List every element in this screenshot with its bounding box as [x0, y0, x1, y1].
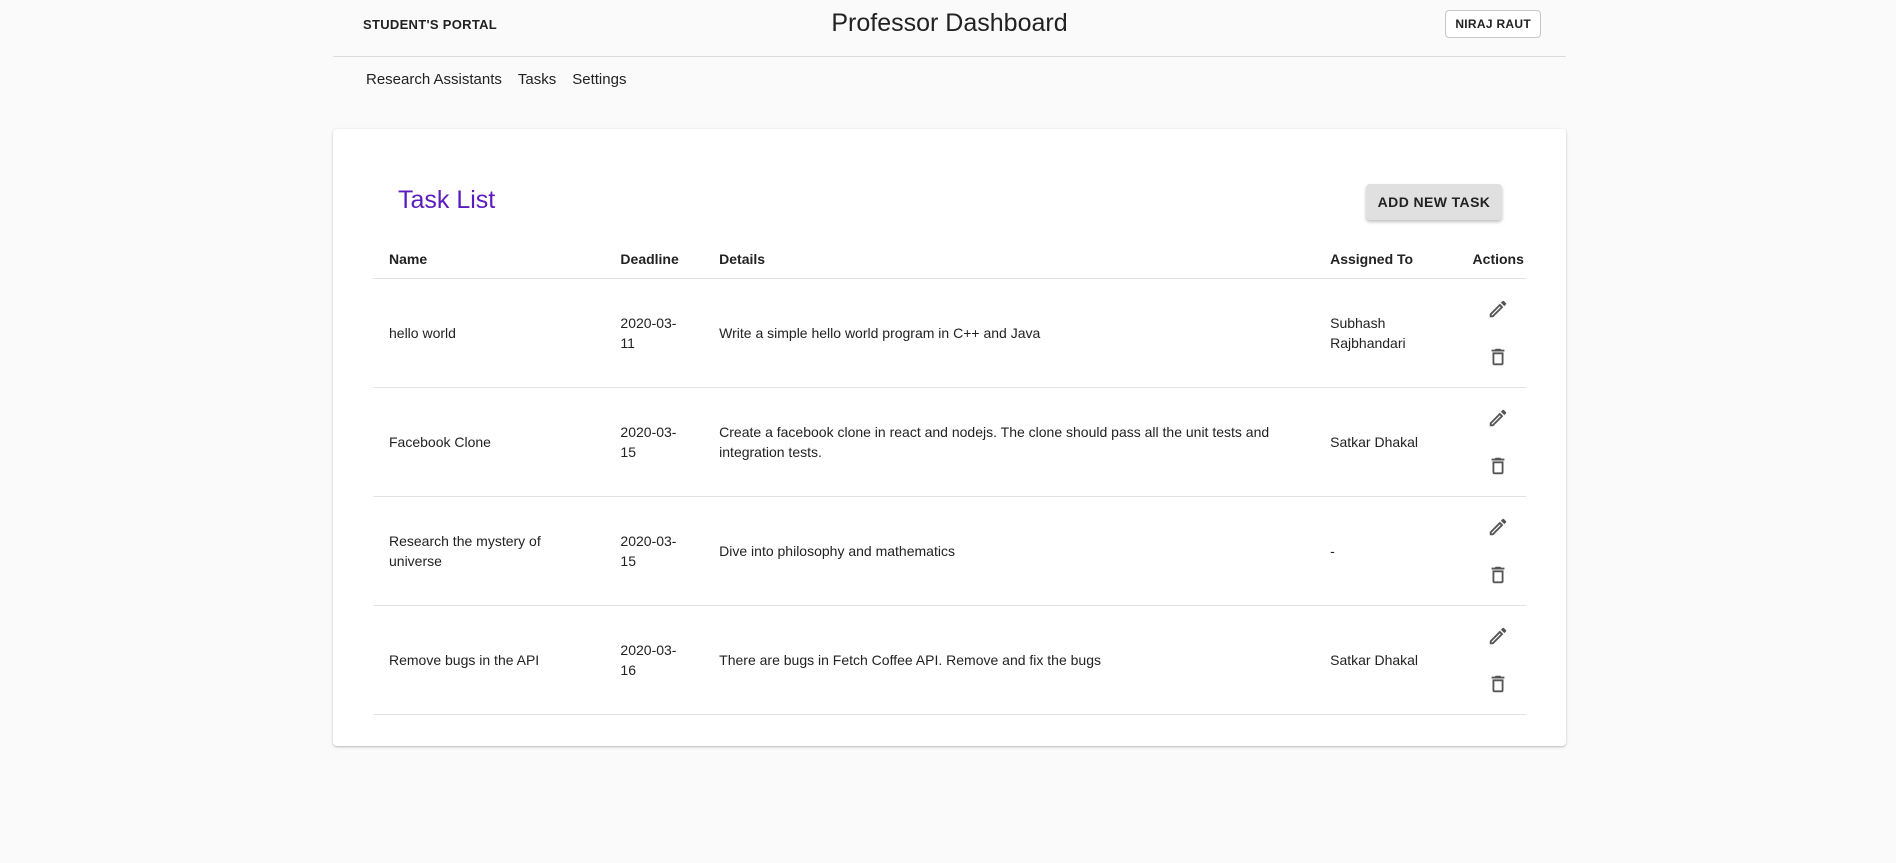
task-deadline: 2020-03-16 [604, 605, 704, 715]
edit-icon [1489, 518, 1507, 536]
edit-task-button[interactable] [1485, 623, 1511, 649]
edit-icon [1489, 627, 1507, 645]
table-row: Research the mystery of universe 2020-03… [373, 496, 1526, 606]
task-details: Write a simple hello world program in C+… [703, 278, 1315, 388]
task-deadline: 2020-03-11 [604, 278, 704, 388]
task-table: Name Deadline Details Assigned To Action… [373, 239, 1526, 715]
task-actions [1470, 496, 1526, 606]
delete-icon [1491, 348, 1505, 366]
edit-task-button[interactable] [1485, 296, 1511, 322]
table-row: Remove bugs in the API 2020-03-16 There … [373, 605, 1526, 715]
column-header-assigned-to: Assigned To [1314, 239, 1471, 279]
edit-icon [1489, 300, 1507, 318]
nav-tasks[interactable]: Tasks [518, 71, 556, 88]
task-details: Create a facebook clone in react and nod… [703, 387, 1315, 497]
edit-task-button[interactable] [1485, 514, 1511, 540]
task-assigned-to: Satkar Dhakal [1314, 605, 1471, 715]
column-header-actions: Actions [1470, 239, 1526, 279]
nav-settings[interactable]: Settings [572, 71, 626, 88]
edit-task-button[interactable] [1485, 405, 1511, 431]
task-actions [1470, 605, 1526, 715]
task-assigned-to: Subhash Rajbhandari [1314, 278, 1471, 388]
column-header-deadline: Deadline [604, 239, 704, 279]
task-name: hello world [373, 278, 605, 388]
delete-icon [1491, 566, 1505, 584]
task-name: Research the mystery of universe [373, 496, 605, 606]
delete-task-button[interactable] [1485, 453, 1511, 479]
nav-research-assistants[interactable]: Research Assistants [366, 71, 502, 88]
task-name: Facebook Clone [373, 387, 605, 497]
page-container: STUDENT'S PORTAL Professor Dashboard NIR… [333, 0, 1566, 746]
column-header-details: Details [703, 239, 1315, 279]
task-name: Remove bugs in the API [373, 605, 605, 715]
delete-icon [1491, 675, 1505, 693]
task-assigned-to: Satkar Dhakal [1314, 387, 1471, 497]
table-row: Facebook Clone 2020-03-15 Create a faceb… [373, 387, 1526, 497]
table-header-row: Name Deadline Details Assigned To Action… [373, 239, 1526, 279]
page-title: Professor Dashboard [831, 9, 1068, 37]
column-header-name: Name [373, 239, 605, 279]
delete-task-button[interactable] [1485, 344, 1511, 370]
delete-icon [1491, 457, 1505, 475]
task-list-card: Task List ADD NEW TASK Name Deadline Det… [333, 129, 1566, 746]
task-deadline: 2020-03-15 [604, 387, 704, 497]
user-account-button[interactable]: NIRAJ RAUT [1445, 10, 1541, 38]
task-assigned-to: - [1314, 496, 1471, 606]
task-details: Dive into philosophy and mathematics [703, 496, 1315, 606]
app-bar: STUDENT'S PORTAL Professor Dashboard NIR… [333, 0, 1566, 57]
table-row: hello world 2020-03-11 Write a simple he… [373, 278, 1526, 388]
task-actions [1470, 387, 1526, 497]
task-actions [1470, 278, 1526, 388]
edit-icon [1489, 409, 1507, 427]
task-list-title: Task List [398, 186, 496, 214]
brand-link[interactable]: STUDENT'S PORTAL [363, 17, 497, 32]
task-deadline: 2020-03-15 [604, 496, 704, 606]
add-new-task-button[interactable]: ADD NEW TASK [1366, 184, 1502, 220]
delete-task-button[interactable] [1485, 671, 1511, 697]
delete-task-button[interactable] [1485, 562, 1511, 588]
main-nav: Research Assistants Tasks Settings [366, 71, 642, 88]
task-details: There are bugs in Fetch Coffee API. Remo… [703, 605, 1315, 715]
